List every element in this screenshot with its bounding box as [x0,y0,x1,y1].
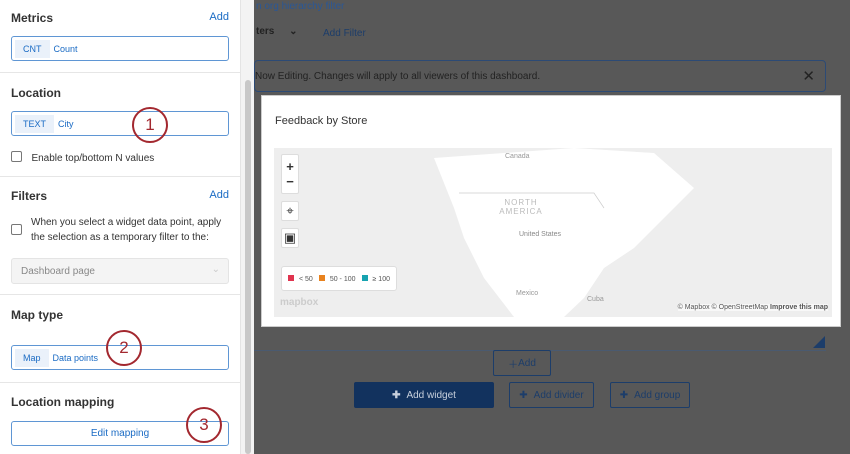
map[interactable]: + − ⌖ ▣ Canada NORTH AMERICA United Stat… [274,148,832,317]
add-filter-link[interactable]: Add Filter [323,28,366,39]
legend-label: ≥ 100 [372,275,390,283]
map-label-north-america: NORTH AMERICA [499,198,543,216]
annotation-marker-2: 2 [106,330,142,366]
plus-icon: ＋ [508,359,519,371]
add-group-button[interactable]: ✚ Add group [610,382,690,408]
map-legend: < 50 50 - 100 ≥ 100 [281,266,397,291]
location-pin-icon[interactable]: ⌖ [281,201,299,221]
mapbox-logo[interactable]: mapbox [280,297,318,308]
map-label-cuba: Cuba [587,296,604,303]
metrics-section: Metrics Add CNT Count [0,0,240,73]
legend-label: 50 - 100 [329,275,356,283]
scrollbar-thumb[interactable] [245,80,251,454]
add-button[interactable]: ＋ Add [493,350,551,376]
annotation-marker-1: 1 [132,107,168,143]
add-divider-button[interactable]: ✚ Add divider [509,382,594,408]
chevron-down-icon: ⌄ [289,26,298,37]
filter-target-value: Dashboard page [21,266,95,277]
plus-icon: ✚ [392,389,401,401]
metric-type-tag: CNT [15,39,50,58]
location-section: Location TEXT City Enable top/bottom N va… [0,73,240,177]
chevron-down-icon: ⌄ [211,264,220,275]
temporary-filter-checkbox[interactable] [11,224,22,235]
sidebar-scrollbar[interactable] [240,0,254,454]
zoom-controls: + − [281,154,299,194]
banner-text: Now Editing. Changes will apply to all v… [255,71,541,82]
map-label-canada: Canada [505,153,530,160]
close-icon[interactable]: ✕ [802,67,815,85]
zoom-out-icon[interactable]: − [286,174,294,189]
filters-heading: Filters [11,189,48,203]
metrics-add-link[interactable]: Add [209,11,229,23]
add-divider-label: Add divider [533,389,584,401]
metric-field[interactable]: CNT Count [11,36,229,61]
add-group-label: Add group [634,389,681,401]
editing-banner: Now Editing. Changes will apply to all v… [254,60,826,92]
legend-swatch [361,274,368,281]
edit-mapping-label: Edit mapping [90,428,150,439]
legend-item: < 50 [288,274,313,283]
location-value: City [58,118,74,129]
add-widget-button[interactable]: ✚ Add widget [354,382,494,408]
legend-item: 50 - 100 [318,274,356,283]
map-type-tag: Map [15,348,49,367]
improve-map-link[interactable]: Improve this map [770,304,828,311]
legend-swatch [288,274,294,281]
filters-section: Filters Add When you select a widget dat… [0,177,240,295]
top-bottom-n-label: Enable top/bottom N values [31,153,155,164]
location-field[interactable]: TEXT City [11,111,229,136]
legend-item: ≥ 100 [361,274,390,283]
filters-text: ters [256,26,275,37]
legend-swatch [318,274,325,281]
add-label: Add [518,357,536,369]
metric-value: Count [53,43,78,54]
add-widget-label: Add widget [406,389,456,401]
top-bottom-n-option[interactable]: Enable top/bottom N values [11,148,154,166]
map-type-value: Data points [52,352,99,363]
filter-target-select[interactable]: Dashboard page ⌄ [11,258,229,284]
save-icon[interactable]: ▣ [281,228,299,248]
legend-label: < 50 [299,275,313,283]
metrics-heading: Metrics [11,11,54,25]
map-label-united-states: United States [519,231,562,238]
plus-icon: ✚ [519,389,528,401]
temporary-filter-label: When you select a widget data point, app… [31,217,222,243]
location-type-tag: TEXT [15,114,55,133]
map-attribution: © Mapbox © OpenStreetMap Improve this ma… [677,304,828,311]
widget-settings-sidebar: Metrics Add CNT Count Location TEXT City E… [0,0,240,454]
plus-icon: ✚ [619,389,629,401]
filters-label[interactable]: ters ⌄ [256,26,298,37]
annotation-marker-3: 3 [186,407,222,443]
location-heading: Location [11,86,61,100]
filters-add-link[interactable]: Add [209,189,229,201]
top-bottom-n-checkbox[interactable] [11,151,22,163]
widget-title: Feedback by Store [275,115,368,127]
zoom-in-icon[interactable]: + [286,159,294,174]
map-type-heading: Map type [11,308,64,322]
location-mapping-heading: Location mapping [11,395,115,409]
attribution-text[interactable]: © Mapbox © OpenStreetMap [678,304,768,311]
resize-handle[interactable] [813,336,825,348]
map-label-mexico: Mexico [516,290,539,297]
org-hierarchy-link[interactable]: n org hierarchy filter [256,1,344,13]
map-widget: Feedback by Store + − ⌖ ▣ Canada NORTH A… [261,95,841,327]
